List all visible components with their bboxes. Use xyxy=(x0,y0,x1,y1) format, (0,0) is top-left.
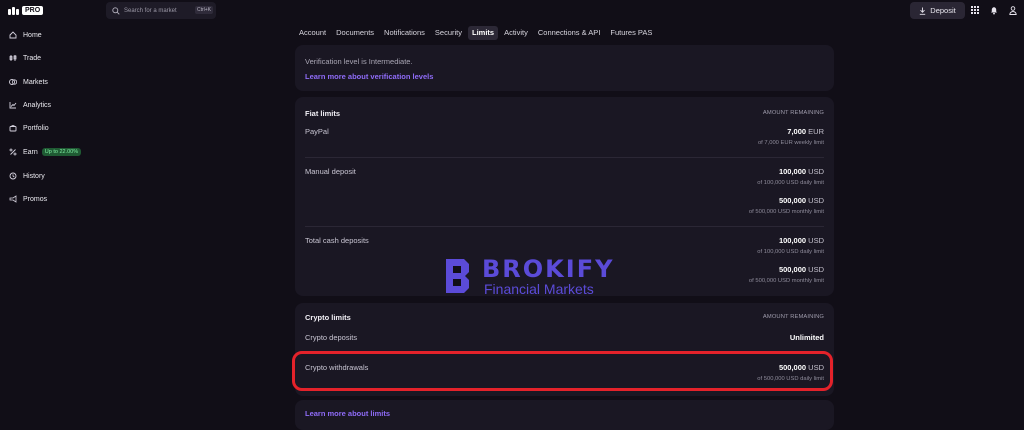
deposit-button[interactable]: Deposit xyxy=(910,2,965,19)
kraken-logo-icon xyxy=(8,6,19,15)
manual-deposit-monthly-amount: 500,000 USD xyxy=(778,196,824,205)
settings-tabs: Account Documents Notifications Security… xyxy=(295,26,658,40)
earn-rate-badge: Up to 22.00% xyxy=(41,148,82,156)
markets-icon xyxy=(9,79,17,85)
row-divider xyxy=(305,157,824,158)
tab-account[interactable]: Account xyxy=(295,26,330,40)
limits-info-card: Learn more about limits xyxy=(295,400,834,430)
manual-deposit-label: Manual deposit xyxy=(305,167,356,176)
sidebar-item-promos[interactable]: Promos xyxy=(9,193,47,205)
search-placeholder: Search for a market xyxy=(124,7,177,14)
sidebar-item-label: Earn xyxy=(23,148,38,156)
tab-limits[interactable]: Limits xyxy=(468,26,499,40)
search-icon xyxy=(112,6,120,15)
learn-more-limits-link[interactable]: Learn more about limits xyxy=(305,409,390,418)
fiat-limits-title: Fiat limits xyxy=(305,109,341,118)
search-shortcut: Ctrl+K xyxy=(194,6,213,14)
sidebar-item-label: Promos xyxy=(23,195,48,203)
total-cash-daily-amount: 100,000 USD xyxy=(778,236,824,245)
total-cash-deposits-label: Total cash deposits xyxy=(305,236,369,245)
analytics-icon xyxy=(9,102,17,109)
row-divider xyxy=(305,226,824,227)
search-input[interactable]: Search for a market Ctrl+K xyxy=(106,2,216,19)
pro-badge: PRO xyxy=(22,6,44,15)
sidebar-item-label: Trade xyxy=(23,54,42,62)
brokify-logo-icon xyxy=(446,259,469,293)
withdrawals-highlight-outline xyxy=(292,351,833,391)
tab-security[interactable]: Security xyxy=(431,26,466,40)
verification-levels-link[interactable]: Learn more about verification levels xyxy=(305,72,433,81)
apps-grid-icon[interactable] xyxy=(971,6,979,14)
trade-icon xyxy=(9,55,17,61)
paypal-limit: of 7,000 EUR weekly limit xyxy=(757,140,824,146)
crypto-deposits-label: Crypto deposits xyxy=(305,333,358,342)
sidebar-item-portfolio[interactable]: Portfolio xyxy=(9,122,49,134)
sidebar-item-trade[interactable]: Trade xyxy=(9,52,41,64)
percent-icon xyxy=(9,148,17,156)
watermark-tagline: Financial Markets xyxy=(484,281,594,297)
history-icon xyxy=(9,172,17,180)
bell-icon[interactable] xyxy=(990,6,998,15)
sidebar-item-label: Markets xyxy=(23,78,48,86)
portfolio-icon xyxy=(9,125,17,132)
kraken-pro-logo[interactable]: PRO xyxy=(8,6,44,15)
verification-card: Verification level is Intermediate. Lear… xyxy=(295,45,834,91)
promos-icon xyxy=(9,195,17,203)
tab-connections-api[interactable]: Connections & API xyxy=(534,26,605,40)
total-cash-monthly-limit: of 500,000 USD monthly limit xyxy=(748,278,824,284)
manual-deposit-daily-amount: 100,000 USD xyxy=(778,167,824,176)
download-icon xyxy=(920,7,926,15)
sidebar-item-markets[interactable]: Markets xyxy=(9,76,48,88)
sidebar-item-home[interactable]: Home xyxy=(9,29,42,41)
home-icon xyxy=(9,31,17,39)
user-icon[interactable] xyxy=(1009,6,1017,15)
sidebar-item-history[interactable]: History xyxy=(9,170,45,182)
sidebar-item-label: Home xyxy=(23,31,42,39)
amount-remaining-header: AMOUNT REMAINING xyxy=(762,314,824,320)
deposit-label: Deposit xyxy=(930,6,956,15)
brokify-watermark: BROKIFY Financial Markets xyxy=(440,254,626,298)
verification-text: Verification level is Intermediate. xyxy=(305,57,413,66)
total-cash-monthly-amount: 500,000 USD xyxy=(778,265,824,274)
sidebar: PRO Home Trade Markets Analytics Portfol… xyxy=(0,0,96,418)
sidebar-item-label: History xyxy=(23,172,45,180)
tab-notifications[interactable]: Notifications xyxy=(380,26,429,40)
total-cash-daily-limit: of 100,000 USD daily limit xyxy=(757,249,824,255)
sidebar-item-earn[interactable]: Earn Up to 22.00% xyxy=(9,146,82,158)
sidebar-item-label: Analytics xyxy=(23,101,52,109)
paypal-amount: 7,000 EUR xyxy=(787,127,824,136)
sidebar-item-label: Portfolio xyxy=(23,124,49,132)
watermark-brand: BROKIFY xyxy=(482,255,615,283)
sidebar-item-analytics[interactable]: Analytics xyxy=(9,99,51,111)
tab-activity[interactable]: Activity xyxy=(500,26,532,40)
tab-futures-pas[interactable]: Futures PAS xyxy=(606,26,656,40)
manual-deposit-monthly-limit: of 500,000 USD monthly limit xyxy=(748,209,824,215)
manual-deposit-daily-limit: of 100,000 USD daily limit xyxy=(757,180,824,186)
tab-documents[interactable]: Documents xyxy=(332,26,378,40)
amount-remaining-header: AMOUNT REMAINING xyxy=(762,110,824,116)
crypto-deposits-value: Unlimited xyxy=(789,333,824,342)
paypal-label: PayPal xyxy=(305,127,329,136)
crypto-limits-title: Crypto limits xyxy=(305,313,351,322)
